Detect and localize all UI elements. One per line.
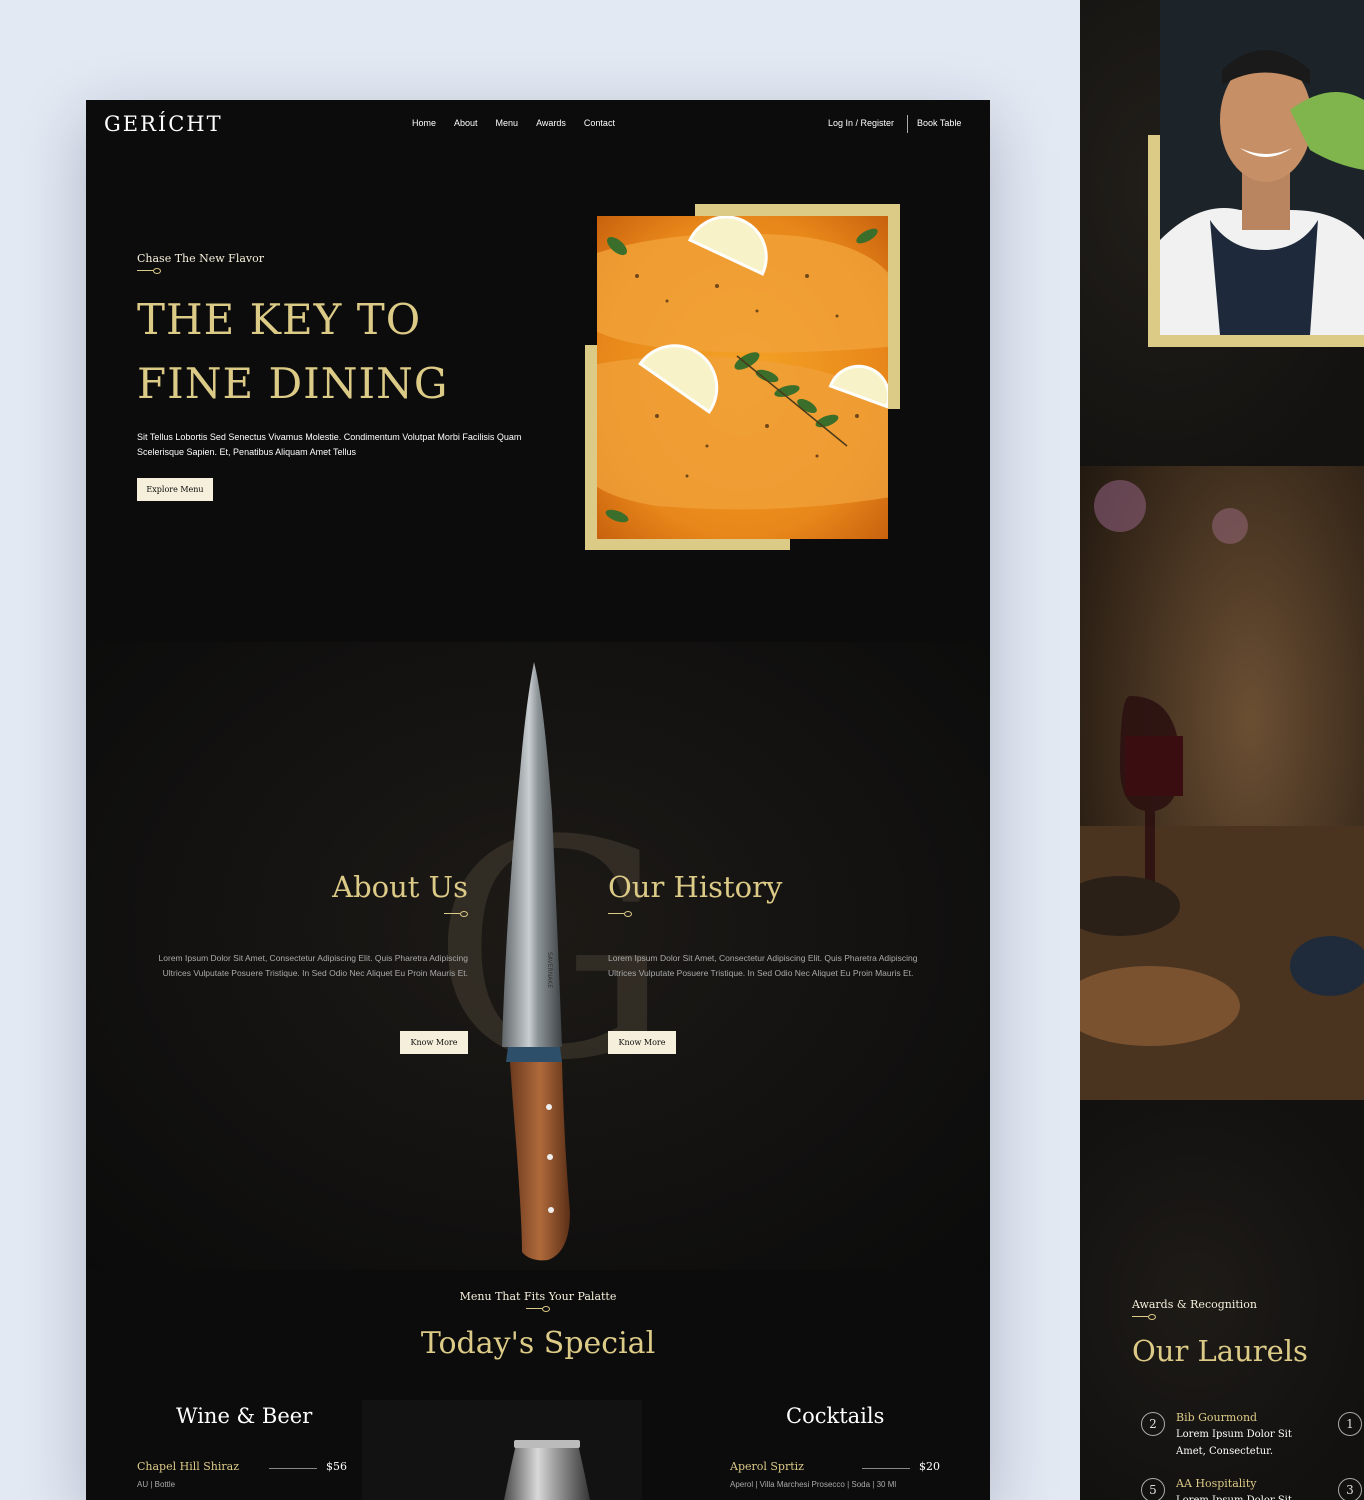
- specials-title: Today's Special: [420, 1326, 656, 1361]
- nav-awards[interactable]: Awards: [536, 118, 566, 128]
- about-text: Lorem Ipsum Dolor Sit Amet, Consectetur …: [158, 953, 468, 978]
- nav-home[interactable]: Home: [412, 118, 436, 128]
- spoon-icon: [608, 911, 632, 917]
- nav-contact[interactable]: Contact: [584, 118, 615, 128]
- award-number-icon: 5: [1141, 1478, 1165, 1500]
- specials-subtitle: Menu That Fits Your Palatte: [459, 1290, 617, 1303]
- award-number-icon: 2: [1141, 1412, 1165, 1436]
- hero-title: THE KEY TO FINE DINING: [137, 295, 449, 408]
- login-link[interactable]: Log In / Register: [828, 118, 894, 128]
- restaurant-table-photo: [1080, 466, 1364, 1100]
- menu-item-price: $56: [326, 1460, 347, 1473]
- menu-item-divider: [269, 1468, 317, 1469]
- about-know-more-button[interactable]: Know More: [400, 1031, 468, 1054]
- award-name: Bib Gourmond: [1176, 1411, 1258, 1424]
- about-title: About Us: [332, 870, 468, 904]
- secondary-page-preview: Awards & Recognition Our Laurels 2 Bib G…: [1080, 0, 1364, 1500]
- award-number-icon: 3: [1338, 1478, 1362, 1500]
- menu-item-tags: AU | Bottle: [137, 1480, 176, 1489]
- history-text: Lorem Ipsum Dolor Sit Amet, Consectetur …: [608, 953, 918, 978]
- book-table-link[interactable]: Book Table: [917, 118, 961, 128]
- about-section: G: [86, 642, 990, 1270]
- knife-image: SAVERNAKE: [500, 662, 580, 1267]
- menu-item-price: $20: [919, 1460, 940, 1473]
- spoon-icon: [526, 1306, 550, 1312]
- salmon-dish-image: [597, 216, 888, 539]
- wine-beer-heading: Wine & Beer: [176, 1404, 313, 1428]
- explore-menu-button[interactable]: Explore Menu: [137, 478, 213, 501]
- award-name: AA Hospitality: [1176, 1477, 1257, 1490]
- knife-brand: SAVERNAKE: [546, 952, 553, 988]
- cocktails-heading: Cocktails: [786, 1404, 885, 1428]
- cocktail-shaker-image: [362, 1400, 642, 1500]
- nav-divider: [907, 115, 908, 133]
- brand-logo[interactable]: GERÍCHT: [104, 112, 223, 136]
- menu-item-name: Chapel Hill Shiraz: [137, 1460, 240, 1473]
- nav-links: Home About Menu Awards Contact: [412, 118, 615, 128]
- history-title: Our History: [608, 870, 783, 904]
- menu-item-name: Aperol Sprtiz: [730, 1460, 804, 1473]
- award-description: Lorem Ipsum Dolor Sit: [1176, 1492, 1316, 1500]
- history-know-more-button[interactable]: Know More: [608, 1031, 676, 1054]
- chef-photo: [1160, 0, 1364, 335]
- spoon-icon: [444, 911, 468, 917]
- menu-item-tags: Aperol | Villa Marchesi Prosecco | Soda …: [730, 1480, 897, 1489]
- laurels-subtitle: Awards & Recognition: [1132, 1298, 1258, 1311]
- laurels-title: Our Laurels: [1132, 1334, 1308, 1368]
- landing-page: GERÍCHT Home About Menu Awards Contact L…: [86, 100, 990, 1500]
- nav-menu[interactable]: Menu: [496, 118, 519, 128]
- nav-about[interactable]: About: [454, 118, 478, 128]
- award-description: Lorem Ipsum Dolor Sit Amet, Consectetur.: [1176, 1429, 1292, 1457]
- award-number-icon: 1: [1338, 1412, 1362, 1436]
- hero-description: Sit Tellus Lobortis Sed Senectus Vivamus…: [137, 432, 522, 457]
- spoon-icon: [137, 268, 161, 274]
- spoon-icon: [1132, 1314, 1156, 1320]
- menu-item-divider: [862, 1468, 910, 1469]
- hero-subtitle: Chase The New Flavor: [137, 252, 264, 265]
